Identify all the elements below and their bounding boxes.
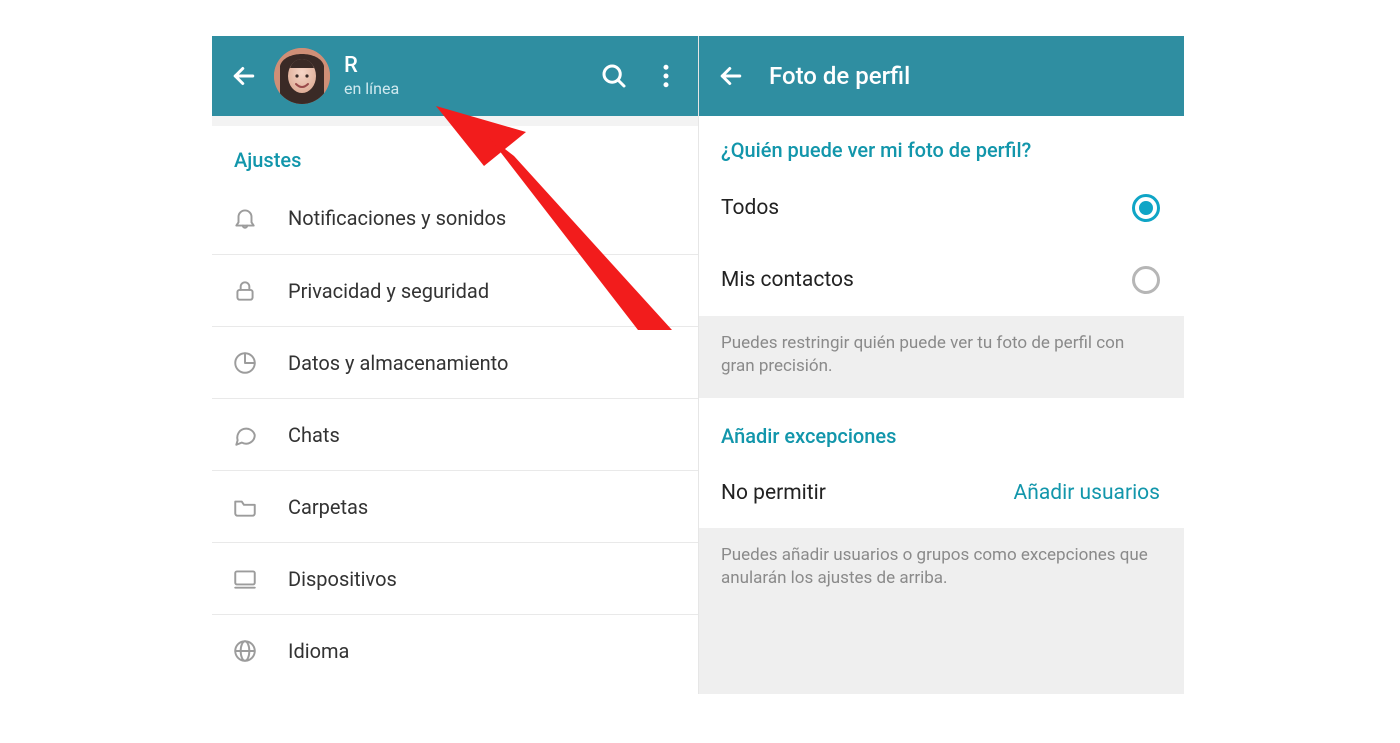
devices-icon xyxy=(232,566,288,592)
settings-item-label: Dispositivos xyxy=(288,567,680,591)
visibility-question: ¿Quién puede ver mi foto de perfil? xyxy=(699,116,1184,172)
user-status: en línea xyxy=(344,79,584,98)
settings-header: Ajustes xyxy=(212,126,698,182)
avatar-image xyxy=(274,48,330,104)
settings-item-label: Datos y almacenamiento xyxy=(288,351,680,375)
settings-list: Notificaciones y sonidos Privacidad y se… xyxy=(212,182,698,686)
settings-item-language[interactable]: Idioma xyxy=(212,614,698,686)
settings-item-label: Chats xyxy=(288,423,680,447)
more-vertical-icon xyxy=(651,61,681,91)
radio-unselected xyxy=(1132,266,1160,294)
lock-icon xyxy=(232,278,288,304)
privacy-appbar: Foto de perfil xyxy=(699,36,1184,116)
no-permit-label: No permitir xyxy=(721,481,826,505)
two-phone-screens: R en línea Ajustes Notificaciones y soni… xyxy=(212,36,1184,694)
profile-photo-privacy-screen: Foto de perfil ¿Quién puede ver mi foto … xyxy=(698,36,1184,694)
back-button[interactable] xyxy=(222,54,266,98)
radio-selected xyxy=(1132,194,1160,222)
add-users-link[interactable]: Añadir usuarios xyxy=(1014,481,1160,505)
chat-appbar: R en línea xyxy=(212,36,698,116)
divider-gap xyxy=(212,116,698,126)
settings-item-chats[interactable]: Chats xyxy=(212,398,698,470)
page-title: Foto de perfil xyxy=(769,62,910,90)
settings-item-folders[interactable]: Carpetas xyxy=(212,470,698,542)
settings-item-label: Carpetas xyxy=(288,495,680,519)
settings-item-label: Privacidad y seguridad xyxy=(288,279,680,303)
bell-icon xyxy=(232,205,288,231)
exceptions-header: Añadir excepciones xyxy=(699,398,1184,458)
arrow-left-icon xyxy=(229,61,259,91)
arrow-left-icon xyxy=(716,61,746,91)
user-name: R xyxy=(344,54,584,78)
folder-icon xyxy=(232,494,288,520)
settings-item-notifications[interactable]: Notificaciones y sonidos xyxy=(212,182,698,254)
more-menu-button[interactable] xyxy=(644,54,688,98)
settings-item-label: Idioma xyxy=(288,639,680,663)
settings-item-devices[interactable]: Dispositivos xyxy=(212,542,698,614)
visibility-hint: Puedes restringir quién puede ver tu fot… xyxy=(699,316,1184,398)
visibility-option-everyone[interactable]: Todos xyxy=(699,172,1184,244)
search-button[interactable] xyxy=(592,54,636,98)
search-icon xyxy=(599,61,629,91)
settings-item-data[interactable]: Datos y almacenamiento xyxy=(212,326,698,398)
settings-item-label: Notificaciones y sonidos xyxy=(288,206,680,230)
chat-icon xyxy=(232,422,288,448)
back-button[interactable] xyxy=(709,54,753,98)
avatar[interactable] xyxy=(274,48,330,104)
visibility-option-label: Mis contactos xyxy=(721,268,854,292)
settings-item-privacy[interactable]: Privacidad y seguridad xyxy=(212,254,698,326)
exceptions-hint: Puedes añadir usuarios o grupos como exc… xyxy=(699,528,1184,694)
globe-icon xyxy=(232,638,288,664)
data-icon xyxy=(232,350,288,376)
exceptions-row[interactable]: No permitir Añadir usuarios xyxy=(699,458,1184,528)
user-meta[interactable]: R en línea xyxy=(344,54,584,97)
visibility-option-label: Todos xyxy=(721,196,779,220)
visibility-option-contacts[interactable]: Mis contactos xyxy=(699,244,1184,316)
settings-screen: R en línea Ajustes Notificaciones y soni… xyxy=(212,36,698,694)
